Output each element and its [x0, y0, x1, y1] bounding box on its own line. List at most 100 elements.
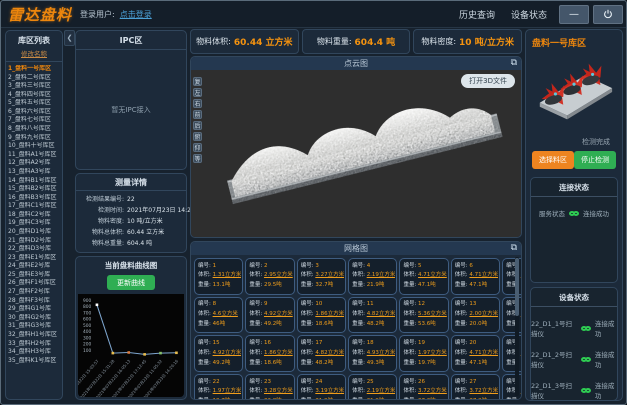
grid-cell[interactable]: 编号: 3 体积: 3.27立方米 重量: 32.7吨: [297, 258, 346, 295]
view-button[interactable]: 复: [193, 77, 202, 86]
device-status-button[interactable]: 设备状态: [503, 5, 555, 24]
login-link[interactable]: 点击登录: [120, 9, 152, 20]
storage-list-item[interactable]: 20_盘料D1号库: [8, 228, 60, 237]
cell-volume-value: 4.82立方米: [315, 350, 344, 356]
storage-list-item[interactable]: 28_盘料F3号库: [8, 297, 60, 306]
grid-cell[interactable]: 编号: 12 体积: 5.36立方米 重量: 53.6吨: [399, 297, 448, 334]
storage-list-item[interactable]: 11_盘料A1号库区: [8, 151, 60, 160]
svg-text:500: 500: [83, 323, 92, 329]
cell-volume-value: 1.86立方米: [315, 311, 344, 317]
grid-cell[interactable]: 编号: 16 体积: 1.86立方米 重量: 18.6吨: [245, 335, 294, 372]
cell-weight-value: 19.7吨: [418, 360, 436, 366]
select-area-button[interactable]: 选择料区: [532, 151, 574, 169]
storage-list-item[interactable]: 2_盘料二号库区: [8, 74, 60, 83]
grid-cell[interactable]: 编号: 22 体积: 1.97立方米 重量: 19.7吨: [194, 374, 243, 399]
cell-id-value: 13: [469, 301, 476, 307]
view-button[interactable]: 前: [193, 110, 202, 119]
storage-list-item[interactable]: 23_盘料E1号库区: [8, 254, 60, 263]
open-3d-file-button[interactable]: 打开3D文件: [461, 74, 515, 88]
view-button[interactable]: 俯: [193, 132, 202, 141]
storage-list-item[interactable]: 22_盘料D3号库: [8, 245, 60, 254]
grid-cell[interactable]: 编号: 19 体积: 1.97立方米 重量: 19.7吨: [399, 335, 448, 372]
storage-list-item[interactable]: 1_盘料一号库区: [8, 65, 60, 74]
collapse-sidebar-handle[interactable]: ❮: [64, 30, 75, 46]
grid-cell[interactable]: 编号: 2 体积: 2.95立方米 重量: 29.5吨: [245, 258, 294, 295]
storage-list-item[interactable]: 29_盘料G1号库: [8, 305, 60, 314]
storage-list-item[interactable]: 15_盘料B2号库区: [8, 185, 60, 194]
storage-list-item[interactable]: 21_盘料D2号库: [8, 237, 60, 246]
grid-cell[interactable]: 编号: 1 体积: 1.31立方米 重量: 13.1吨: [194, 258, 243, 295]
stop-detect-button[interactable]: 停止检测: [574, 151, 616, 169]
storage-list-item[interactable]: 19_盘料C3号库: [8, 219, 60, 228]
storage-list-item[interactable]: 9_盘料九号库区: [8, 134, 60, 143]
cell-weight-value: 32.8吨: [264, 398, 282, 399]
grid-cell[interactable]: 编号: 25 体积: 2.19立方米 重量: 21.9吨: [348, 374, 397, 399]
storage-list-item[interactable]: 26_盘料F1号库区: [8, 279, 60, 288]
grid-cell[interactable]: 编号: 6 体积: 4.71立方米 重量: 47.1吨: [451, 258, 500, 295]
storage-list-item[interactable]: 12_盘料A2号库: [8, 159, 60, 168]
storage-list-item[interactable]: 25_盘料E3号库: [8, 271, 60, 280]
grid-cell[interactable]: 编号: 9 体积: 4.92立方米 重量: 49.2吨: [245, 297, 294, 334]
grid-cell[interactable]: 编号: 27 体积: 3.72立方米 重量: 37.2吨: [451, 374, 500, 399]
storage-list-item[interactable]: 13_盘料A3号库: [8, 168, 60, 177]
cell-id-value: 17: [315, 340, 322, 346]
device-row: 22_D1_1号扫描仪 连接成功: [531, 318, 617, 338]
grid-cell[interactable]: 编号: 4 体积: 2.19立方米 重量: 21.9吨: [348, 258, 397, 295]
storage-list-item[interactable]: 27_盘料F2号库: [8, 288, 60, 297]
view-button[interactable]: 左: [193, 88, 202, 97]
storage-list-item[interactable]: 18_盘料C2号库: [8, 211, 60, 220]
storage-list-item[interactable]: 5_盘料五号库区: [8, 99, 60, 108]
storage-list-item[interactable]: 17_盘料C1号库区: [8, 202, 60, 211]
expand-window-icon[interactable]: ⧉: [511, 58, 517, 68]
storage-list-item[interactable]: 31_盘料G3号库: [8, 322, 60, 331]
grid-cell[interactable]: 编号: 5 体积: 4.71立方米 重量: 47.1吨: [399, 258, 448, 295]
expand-window-icon[interactable]: ⧉: [511, 243, 517, 253]
cell-weight-value: 21.9吨: [367, 398, 385, 399]
cell-weight-value: 53.6吨: [418, 321, 436, 327]
svg-text:200: 200: [83, 342, 92, 348]
minimize-button[interactable]: —: [559, 5, 589, 24]
app-logo: 雷达盘料: [8, 4, 72, 25]
grid-cell[interactable]: 编号: 26 体积: 3.72立方米 重量: 37.2吨: [399, 374, 448, 399]
rename-link[interactable]: 修改名称: [6, 48, 62, 62]
grid-cell[interactable]: 编号: 17 体积: 4.82立方米 重量: 48.2吨: [297, 335, 346, 372]
storage-list-item[interactable]: 35_盘料K1号库区: [8, 357, 60, 366]
storage-list-item[interactable]: 7_盘料七号库区: [8, 116, 60, 125]
detail-label: 物料总体积:: [76, 227, 124, 238]
grid-cell[interactable]: 编号: 13 体积: 2.00立方米 重量: 20.0吨: [451, 297, 500, 334]
view-button[interactable]: 右: [193, 99, 202, 108]
storage-list-item[interactable]: 4_盘料四号库区: [8, 91, 60, 100]
grid-cell[interactable]: 编号: 11 体积: 4.82立方米 重量: 48.2吨: [348, 297, 397, 334]
storage-list-item[interactable]: 8_盘料八号库区: [8, 125, 60, 134]
storage-list-item[interactable]: 3_盘料三号库区: [8, 82, 60, 91]
grid-cell[interactable]: 编号: 8 体积: 4.6立方米 重量: 46吨: [194, 297, 243, 334]
power-close-button[interactable]: [593, 5, 623, 24]
refresh-curve-button[interactable]: 更新曲线: [107, 275, 155, 290]
storage-list-item[interactable]: 10_盘料十号库区: [8, 142, 60, 151]
grid-cell[interactable]: 编号: 18 体积: 4.93立方米 重量: 49.3吨: [348, 335, 397, 372]
grid-scrollbar[interactable]: [515, 257, 519, 396]
stat-weight-label: 物料重量:: [317, 36, 352, 47]
grid-scrollbar-thumb[interactable]: [515, 258, 519, 316]
pointcloud-viewport[interactable]: 复左右前后俯仰等 打开3D文件: [191, 70, 521, 237]
grid-cell[interactable]: 编号: 20 体积: 4.71立方米 重量: 47.1吨: [451, 335, 500, 372]
storage-list-item[interactable]: 30_盘料G2号库: [8, 314, 60, 323]
cell-weight-value: 13.1吨: [213, 282, 231, 288]
view-button[interactable]: 仰: [193, 143, 202, 152]
view-button[interactable]: 等: [193, 154, 202, 163]
cell-volume-label: 体积:: [249, 311, 262, 317]
grid-cell[interactable]: 编号: 23 体积: 3.28立方米 重量: 32.8吨: [245, 374, 294, 399]
storage-list-item[interactable]: 24_盘料E2号库: [8, 262, 60, 271]
grid-cell[interactable]: 编号: 10 体积: 1.86立方米 重量: 18.6吨: [297, 297, 346, 334]
storage-list-item[interactable]: 34_盘料H3号库: [8, 348, 60, 357]
grid-cell[interactable]: 编号: 24 体积: 3.19立方米 重量: 31.9吨: [297, 374, 346, 399]
storage-list-item[interactable]: 6_盘料六号库区: [8, 108, 60, 117]
ipc-empty-text: 暂无IPC接入: [76, 50, 186, 169]
storage-list-item[interactable]: 14_盘料B1号库区: [8, 177, 60, 186]
view-button[interactable]: 后: [193, 121, 202, 130]
history-query-button[interactable]: 历史查询: [451, 5, 503, 24]
storage-list-item[interactable]: 16_盘料B3号库区: [8, 194, 60, 203]
storage-list-item[interactable]: 33_盘料H2号库: [8, 340, 60, 349]
storage-list-item[interactable]: 32_盘料H1号库区: [8, 331, 60, 340]
grid-cell[interactable]: 编号: 15 体积: 4.92立方米 重量: 49.2吨: [194, 335, 243, 372]
